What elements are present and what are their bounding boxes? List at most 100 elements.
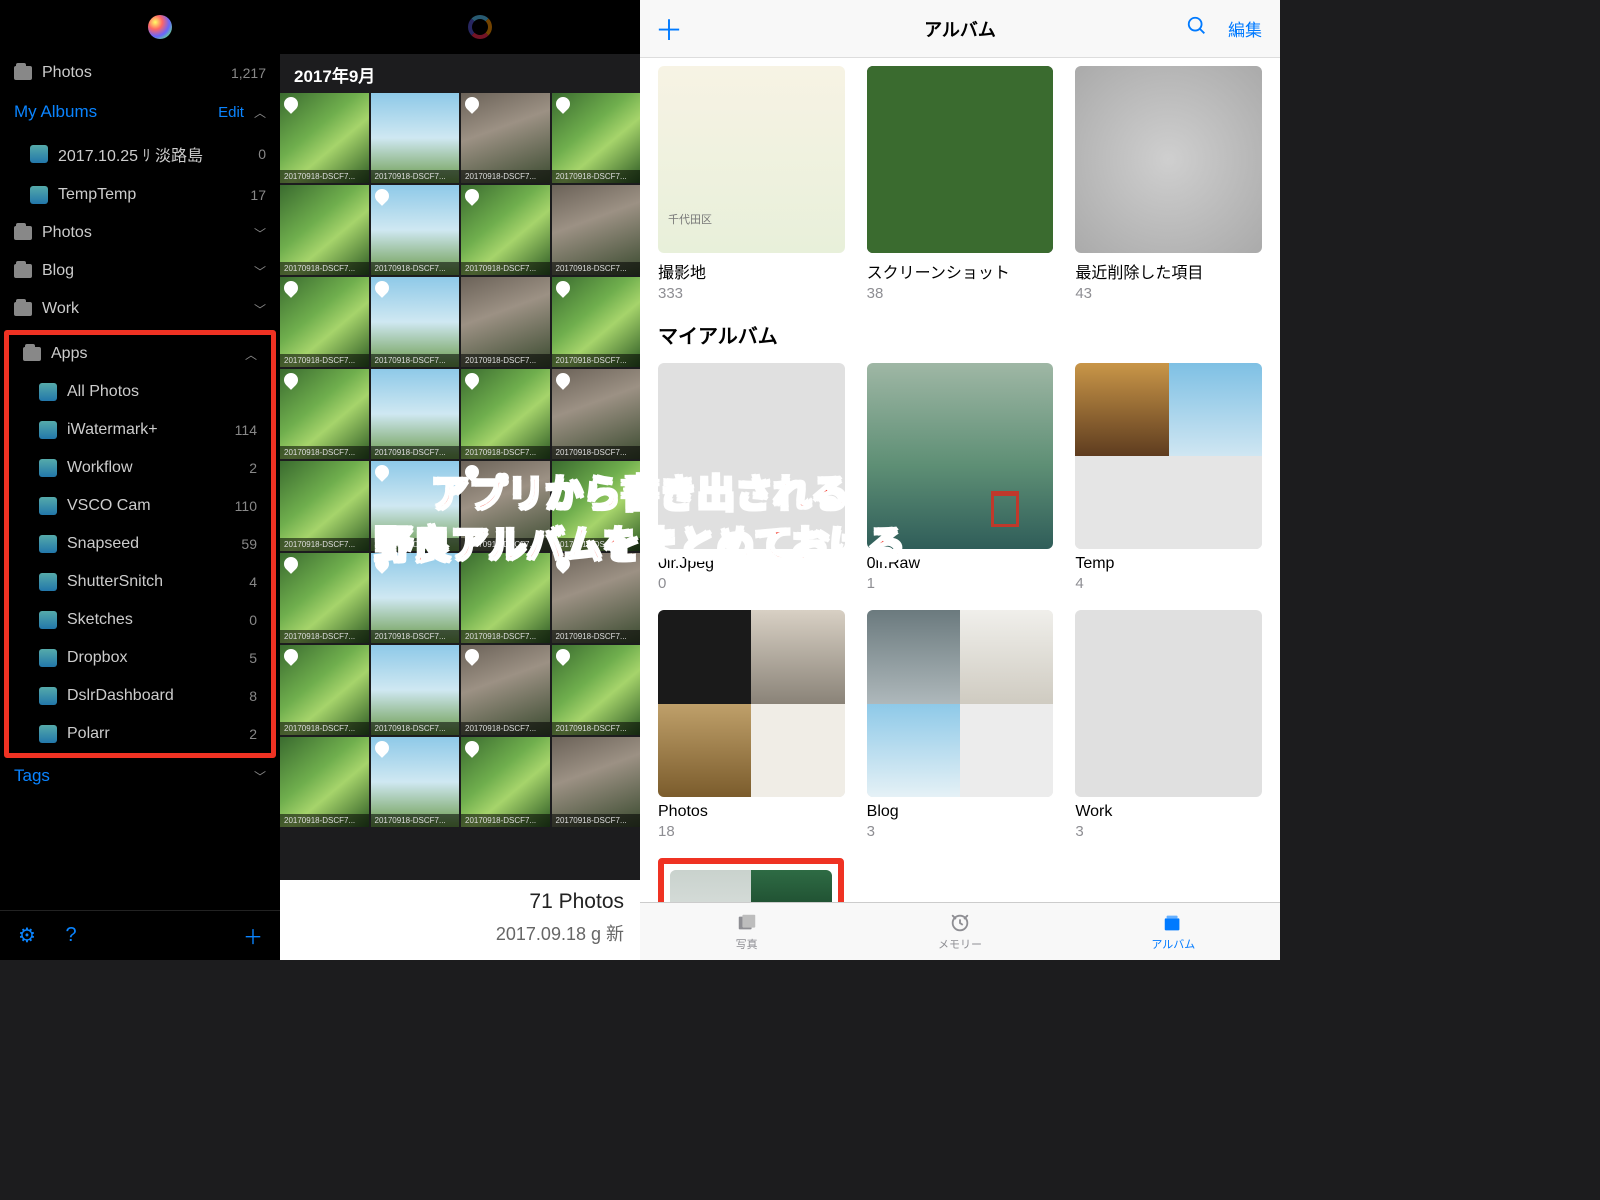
thumb-caption: 20170918-DSCF7... (461, 814, 550, 827)
album-thumb-icon (39, 611, 57, 629)
albums-scroll[interactable]: 撮影地 333 スクリーンショット 38 最近削除した項目 43 マイアルバム … (640, 58, 1280, 902)
photo-thumb[interactable]: 20170918-DSCF7... (280, 645, 369, 735)
album-thumb-icon (39, 421, 57, 439)
album-item[interactable]: Temp 4 (1075, 363, 1262, 593)
photo-thumb[interactable]: 20170918-DSCF7... (280, 185, 369, 275)
sidebar-label: Photos (42, 224, 92, 242)
sidebar-photos[interactable]: Photos 1,217 (0, 54, 280, 92)
thumb-caption: 20170918-DSCF7... (280, 446, 369, 459)
album-art (867, 610, 1054, 797)
photo-thumb[interactable]: 20170918-DSCF7... (371, 277, 460, 367)
tab-albums[interactable]: アルバム (1067, 903, 1280, 960)
album-item[interactable]: 最近削除した項目 43 (1075, 66, 1262, 302)
thumb-caption: 20170918-DSCF7... (280, 354, 369, 367)
sidebar-app-item[interactable]: iWatermark+ 114 (9, 411, 271, 449)
sidebar-folder-work[interactable]: Work ﹀ (0, 290, 280, 328)
photo-count: 71 Photos (296, 890, 624, 914)
album-art (867, 363, 1054, 550)
settings-icon[interactable]: ⚙ (16, 925, 38, 947)
thumb-caption: 20170918-DSCF7... (371, 814, 460, 827)
search-icon[interactable] (1186, 15, 1208, 43)
album-item[interactable]: 撮影地 333 (658, 66, 845, 302)
photo-grid-pane: 2017年9月 20170918-DSCF7...20170918-DSCF7.… (280, 54, 640, 960)
photo-thumb[interactable]: 20170918-DSCF7... (280, 461, 369, 551)
photo-thumb[interactable]: 20170918-DSCF7... (461, 645, 550, 735)
sidebar-folder-photos[interactable]: Photos ﹀ (0, 214, 280, 252)
thumb-caption: 20170918-DSCF7... (280, 630, 369, 643)
photo-thumb[interactable]: 20170918-DSCF7... (280, 553, 369, 643)
photo-thumb[interactable]: 20170918-DSCF7... (461, 461, 550, 551)
sidebar-app-item[interactable]: VSCO Cam 110 (9, 487, 271, 525)
photo-thumb[interactable]: 20170918-DSCF7... (552, 93, 641, 183)
photo-grid[interactable]: 20170918-DSCF7...20170918-DSCF7...201709… (280, 93, 640, 880)
photo-thumb[interactable]: 20170918-DSCF7... (371, 553, 460, 643)
add-album-button[interactable]: ＋ (658, 18, 680, 40)
sidebar-item-partial[interactable]: 2017.10.25 ﾘ 淡路島 0 (0, 132, 280, 176)
sidebar-app-item[interactable]: Polarr 2 (9, 715, 271, 753)
photo-thumb[interactable]: 20170918-DSCF7... (371, 369, 460, 459)
album-art (658, 363, 845, 550)
album-count: 43 (1075, 285, 1262, 302)
edit-button[interactable]: 編集 (1228, 16, 1262, 41)
sidebar-section-tags[interactable]: Tags ﹀ (0, 760, 280, 796)
grid-footer: 71 Photos 2017.09.18 g 新 (280, 880, 640, 960)
tab-photos-app[interactable] (0, 0, 320, 54)
thumb-caption: 20170918-DSCF7... (371, 354, 460, 367)
photo-thumb[interactable]: 20170918-DSCF7... (461, 369, 550, 459)
sidebar-count: 2 (249, 460, 257, 476)
left-top-tabs (0, 0, 640, 54)
edit-link[interactable]: Edit (218, 104, 244, 121)
tab-photos[interactable]: 写真 (640, 903, 853, 960)
highlight-apps-folder: Apps ︿ All Photos iWatermark+ 114 Workfl… (4, 330, 276, 758)
photo-thumb[interactable]: 20170918-DSCF7... (552, 645, 641, 735)
sidebar-folder-apps[interactable]: Apps ︿ (9, 335, 271, 373)
photo-thumb[interactable]: 20170918-DSCF7... (280, 737, 369, 827)
photo-thumb[interactable]: 20170918-DSCF7... (371, 737, 460, 827)
photo-thumb[interactable]: 20170918-DSCF7... (461, 93, 550, 183)
photo-thumb[interactable]: 20170918-DSCF7... (552, 277, 641, 367)
sidebar-app-item[interactable]: DslrDashboard 8 (9, 677, 271, 715)
album-item[interactable]: Blog 3 (867, 610, 1054, 840)
photo-thumb[interactable]: 20170918-DSCF7... (461, 737, 550, 827)
photo-thumb[interactable]: 20170918-DSCF7... (280, 369, 369, 459)
photo-thumb[interactable]: 20170918-DSCF7... (371, 185, 460, 275)
album-item[interactable]: 0lr.Raw 1 (867, 363, 1054, 593)
sidebar-folder-blog[interactable]: Blog ﹀ (0, 252, 280, 290)
album-item[interactable]: 0lr.Jpeg 0 (658, 363, 845, 593)
photo-thumb[interactable]: 20170918-DSCF7... (552, 553, 641, 643)
photo-thumb[interactable]: 20170918-DSCF7... (461, 553, 550, 643)
sidebar-app-item[interactable]: ShutterSnitch 4 (9, 563, 271, 601)
album-name: 最近削除した項目 (1075, 259, 1262, 283)
album-item[interactable]: スクリーンショット 38 (867, 66, 1054, 302)
sidebar-item-temptemp[interactable]: TempTemp 17 (0, 176, 280, 214)
ring-icon (468, 15, 492, 39)
sidebar-label: Work (42, 300, 79, 318)
photo-thumb[interactable]: 20170918-DSCF7... (552, 461, 641, 551)
photo-thumb[interactable]: 20170918-DSCF7... (552, 185, 641, 275)
thumb-caption: 20170918-DSCF7... (552, 354, 641, 367)
photo-thumb[interactable]: 20170918-DSCF7... (371, 93, 460, 183)
photo-thumb[interactable]: 20170918-DSCF7... (552, 737, 641, 827)
help-icon[interactable]: ? (60, 925, 82, 947)
sidebar-app-item[interactable]: Sketches 0 (9, 601, 271, 639)
folder-icon (14, 66, 32, 80)
add-icon[interactable]: ＋ (242, 925, 264, 947)
photo-thumb[interactable]: 20170918-DSCF7... (280, 277, 369, 367)
photo-thumb[interactable]: 20170918-DSCF7... (371, 645, 460, 735)
sidebar-section-myalbums[interactable]: My Albums Edit ︿ (0, 92, 280, 132)
tab-secondary-app[interactable] (320, 0, 640, 54)
sidebar-app-item[interactable]: Dropbox 5 (9, 639, 271, 677)
album-apps[interactable]: Apps 9 (670, 870, 832, 902)
photo-thumb[interactable]: 20170918-DSCF7... (461, 277, 550, 367)
sidebar-app-item[interactable]: All Photos (9, 373, 271, 411)
tab-memories[interactable]: メモリー (853, 903, 1066, 960)
photo-thumb[interactable]: 20170918-DSCF7... (371, 461, 460, 551)
left-dark-app: Photos 1,217 My Albums Edit ︿ 2017.10.25… (0, 0, 640, 960)
album-item[interactable]: Photos 18 (658, 610, 845, 840)
album-item[interactable]: Work 3 (1075, 610, 1262, 840)
photo-thumb[interactable]: 20170918-DSCF7... (280, 93, 369, 183)
sidebar-app-item[interactable]: Workflow 2 (9, 449, 271, 487)
photo-thumb[interactable]: 20170918-DSCF7... (461, 185, 550, 275)
photo-thumb[interactable]: 20170918-DSCF7... (552, 369, 641, 459)
sidebar-app-item[interactable]: Snapseed 59 (9, 525, 271, 563)
